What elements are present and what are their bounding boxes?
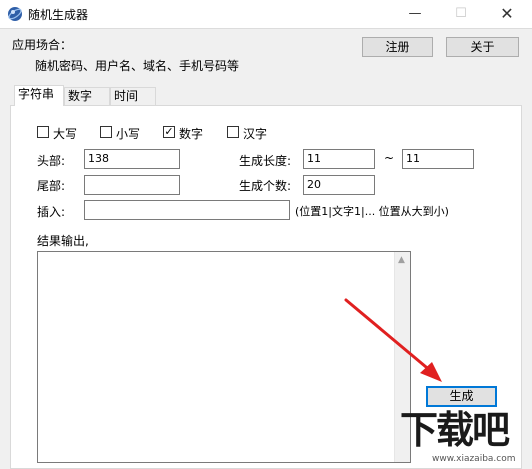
output-label: 结果输出,	[37, 234, 89, 248]
minimize-button[interactable]: —	[392, 0, 438, 28]
about-button[interactable]: 关于	[446, 37, 519, 57]
watermark-text: 下载吧	[400, 408, 510, 452]
tail-label: 尾部:	[37, 179, 66, 193]
length-max-input[interactable]: 11	[402, 149, 474, 169]
checkbox-chinese-box[interactable]	[227, 126, 239, 138]
generate-button[interactable]: 生成	[426, 386, 497, 407]
checkbox-uppercase-label: 大写	[53, 127, 78, 141]
insert-label: 插入:	[37, 205, 66, 219]
tab-number[interactable]: 数字	[64, 87, 110, 105]
tail-input[interactable]	[84, 175, 180, 195]
watermark-logo: 下载吧 www.xiazaiba.com	[400, 408, 532, 469]
app-icon	[8, 7, 22, 21]
scroll-up-icon[interactable]: ▲	[398, 255, 405, 265]
length-separator: ~	[384, 151, 395, 165]
checkbox-digits-box[interactable]: ✓	[163, 126, 175, 138]
tab-time[interactable]: 时间	[110, 87, 156, 105]
tab-string[interactable]: 字符串	[14, 85, 64, 106]
checkbox-digits-label: 数字	[179, 127, 204, 141]
head-label: 头部:	[37, 154, 66, 168]
insert-hint: (位置1|文字1|... 位置从大到小)	[295, 205, 449, 218]
length-min-input[interactable]: 11	[303, 149, 375, 169]
usage-label: 应用场合：	[12, 38, 73, 52]
usage-text: 随机密码、用户名、域名、手机号码等	[35, 59, 240, 73]
close-button[interactable]: ✕	[484, 0, 530, 28]
window-title: 随机生成器	[28, 8, 89, 22]
checkbox-lowercase-label: 小写	[116, 127, 141, 141]
head-input[interactable]: 138	[84, 149, 180, 169]
checkbox-lowercase-box[interactable]	[100, 126, 112, 138]
watermark-url: www.xiazaiba.com	[432, 454, 516, 464]
maximize-button[interactable]: ☐	[438, 0, 484, 28]
annotation-arrow	[344, 298, 442, 382]
count-input[interactable]: 20	[303, 175, 375, 195]
length-label: 生成长度:	[239, 154, 292, 168]
register-button[interactable]: 注册	[362, 37, 433, 57]
checkbox-chinese-label: 汉字	[243, 127, 268, 141]
title-bar: 随机生成器 — ☐ ✕	[0, 0, 532, 29]
count-label: 生成个数:	[239, 179, 292, 193]
checkbox-uppercase-box[interactable]	[37, 126, 49, 138]
insert-input[interactable]	[84, 200, 290, 220]
